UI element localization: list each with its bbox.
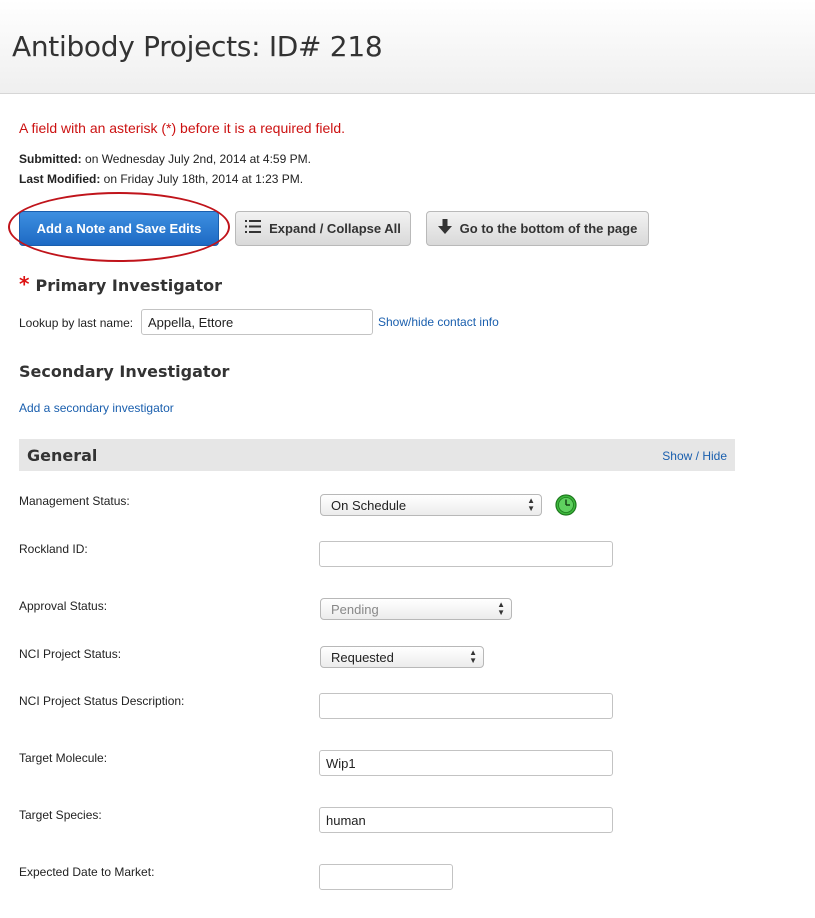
nci-project-status-value: Requested — [331, 649, 394, 665]
page-header: Antibody Projects: ID# 218 — [0, 0, 815, 94]
list-icon — [245, 220, 262, 237]
go-to-bottom-label: Go to the bottom of the page — [459, 221, 638, 236]
management-status-select[interactable]: On Schedule ▲ ▼ — [320, 494, 542, 516]
nci-status-description-label: NCI Project Status Description: — [19, 694, 185, 708]
general-show-hide-link[interactable]: Show / Hide — [662, 449, 727, 463]
nci-project-status-label: NCI Project Status: — [19, 647, 122, 661]
clock-status-icon — [555, 494, 577, 516]
last-modified-value: on Friday July 18th, 2014 at 1:23 PM. — [103, 172, 304, 186]
select-arrows-icon: ▲ ▼ — [527, 496, 535, 513]
page-title: Antibody Projects: ID# 218 — [12, 30, 383, 63]
expand-collapse-button[interactable]: Expand / Collapse All — [235, 211, 411, 246]
approval-status-label: Approval Status: — [19, 599, 108, 613]
general-heading: General — [27, 446, 98, 465]
select-arrows-icon: ▲ ▼ — [497, 600, 505, 617]
management-status-value: On Schedule — [331, 497, 407, 513]
show-hide-contact-link[interactable]: Show/hide contact info — [378, 315, 499, 329]
arrow-down-icon — [437, 219, 452, 238]
management-status-label: Management Status: — [19, 494, 130, 508]
target-species-input[interactable] — [319, 807, 613, 833]
go-to-bottom-button[interactable]: Go to the bottom of the page — [426, 211, 649, 246]
secondary-investigator-heading: Secondary Investigator — [19, 362, 230, 381]
last-modified-info: Last Modified: on Friday July 18th, 2014… — [19, 172, 303, 186]
expand-collapse-label: Expand / Collapse All — [269, 221, 401, 236]
approval-status-select[interactable]: Pending ▲ ▼ — [320, 598, 512, 620]
required-field-note: A field with an asterisk (*) before it i… — [19, 120, 346, 136]
last-modified-label: Last Modified: — [19, 172, 101, 186]
approval-status-value: Pending — [331, 601, 379, 617]
add-note-save-label: Add a Note and Save Edits — [36, 221, 202, 236]
add-note-save-button[interactable]: Add a Note and Save Edits — [19, 211, 219, 246]
primary-investigator-title: Primary Investigator — [35, 276, 222, 295]
expected-date-label: Expected Date to Market: — [19, 865, 155, 879]
expected-date-input[interactable] — [319, 864, 453, 890]
submitted-info: Submitted: on Wednesday July 2nd, 2014 a… — [19, 152, 311, 166]
target-molecule-input[interactable] — [319, 750, 613, 776]
submitted-label: Submitted: — [19, 152, 82, 166]
nci-project-status-select[interactable]: Requested ▲ ▼ — [320, 646, 484, 668]
add-secondary-investigator-link[interactable]: Add a secondary investigator — [19, 401, 174, 415]
nci-status-description-input[interactable] — [319, 693, 613, 719]
primary-investigator-heading: * Primary Investigator — [19, 272, 222, 296]
lookup-label: Lookup by last name: — [19, 316, 134, 330]
select-arrows-icon: ▲ ▼ — [469, 648, 477, 665]
rockland-id-label: Rockland ID: — [19, 542, 88, 556]
general-section-bar: General Show / Hide — [19, 439, 735, 471]
submitted-value: on Wednesday July 2nd, 2014 at 4:59 PM. — [85, 152, 311, 166]
rockland-id-input[interactable] — [319, 541, 613, 567]
target-species-label: Target Species: — [19, 808, 102, 822]
investigator-lookup-input[interactable] — [141, 309, 373, 335]
target-molecule-label: Target Molecule: — [19, 751, 108, 765]
required-asterisk: * — [19, 272, 30, 296]
